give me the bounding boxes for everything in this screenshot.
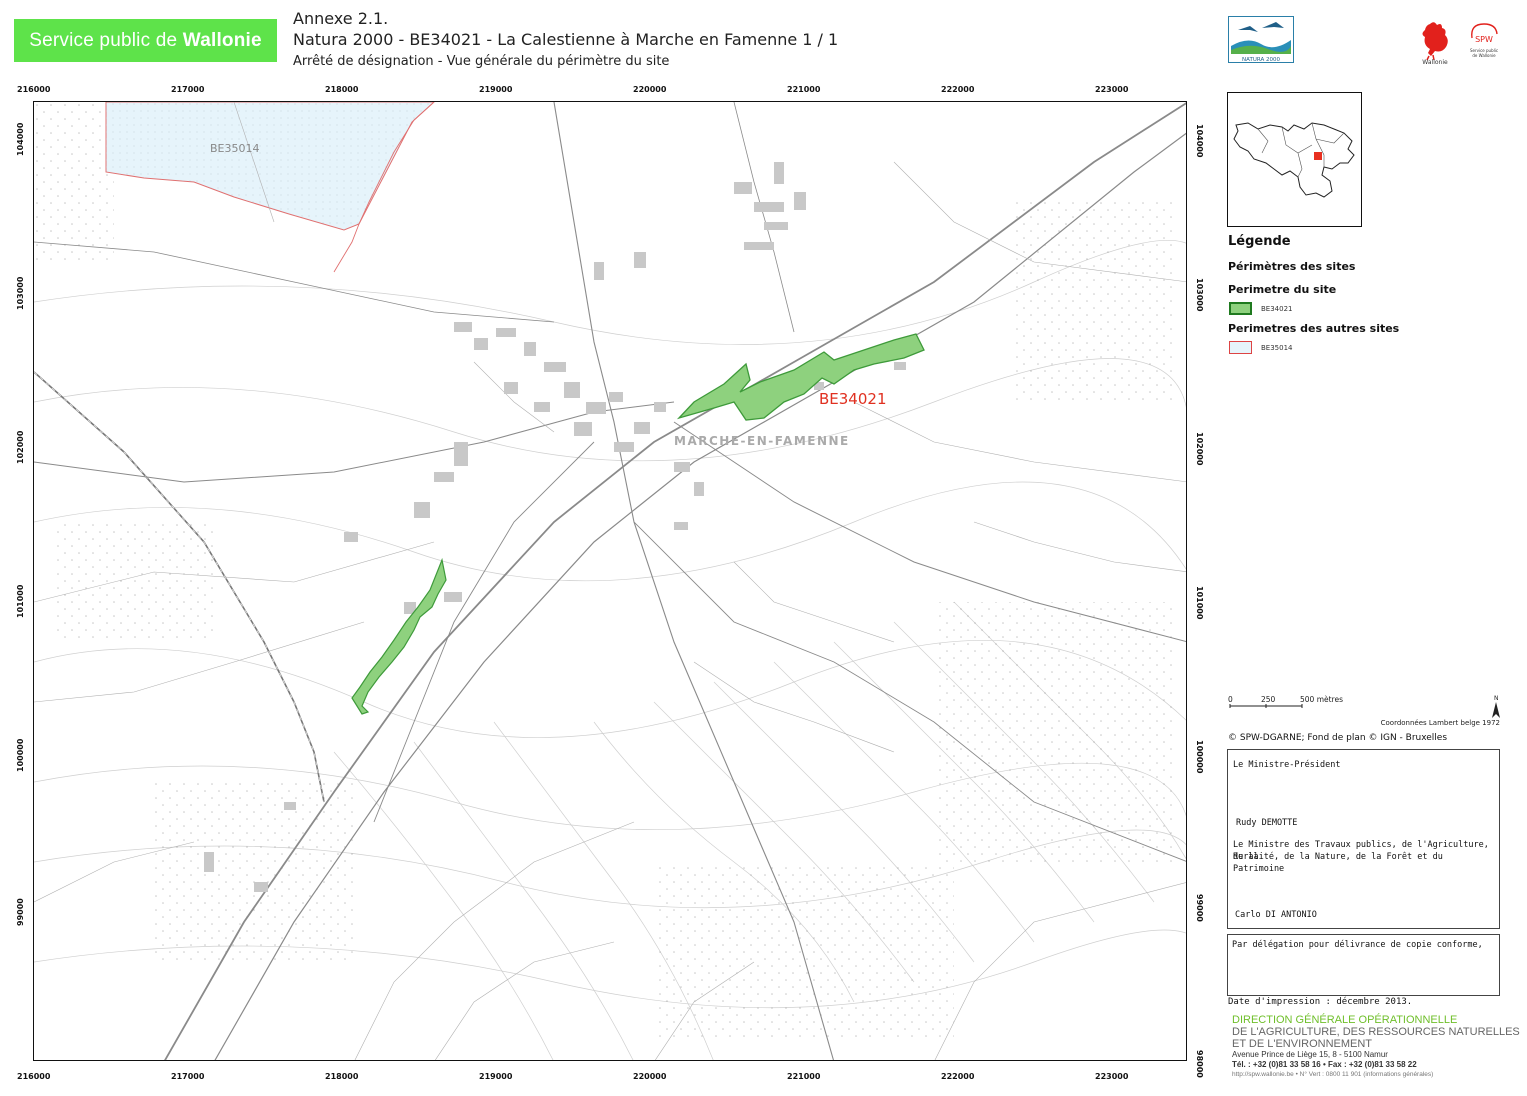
title-block: Annexe 2.1. Natura 2000 - BE34021 - La C… (293, 8, 838, 72)
x-tick-label-bottom: 222000 (941, 1072, 975, 1081)
site-subtitle: Arrêté de désignation - Vue générale du … (293, 54, 670, 69)
y-tick-label-right: 104000 (1195, 124, 1204, 158)
coordinate-system-note: Coordonnées Lambert belge 1972 (1380, 719, 1500, 727)
scale-label-0: 0 (1228, 695, 1233, 704)
banner-bold: Wallonie (182, 30, 262, 51)
y-tick-label-right: 100000 (1195, 740, 1204, 774)
signatory-name-2: Carlo DI ANTONIO (1235, 910, 1317, 920)
town-label: MARCHE-EN-FAMENNE (674, 434, 850, 448)
x-tick-label-top: 220000 (633, 85, 667, 94)
legend-own-site-item: BE34021 (1261, 305, 1293, 313)
spw-logo-sub2: de Wallonie (1472, 53, 1496, 58)
dgo-line-2: DE L'AGRICULTURE, DES RESSOURCES NATUREL… (1232, 1026, 1520, 1038)
site-label: BE34021 (819, 390, 887, 408)
ministre-title-line2: Ruralité, de la Nature, de la Forêt et d… (1233, 852, 1443, 874)
x-tick-label-top: 216000 (17, 85, 51, 94)
y-tick-label-left: 103000 (16, 276, 25, 310)
legend-other-site-swatch (1229, 341, 1252, 354)
copyright-note: © SPW-DGARNE; Fond de plan © IGN - Bruxe… (1228, 733, 1448, 743)
legend-other-sites-title: Perimetres des autres sites (1228, 322, 1400, 335)
y-tick-label-left: 100000 (16, 738, 25, 772)
x-tick-label-bottom: 223000 (1095, 1072, 1129, 1081)
natura2000-logo: NATURA 2000 (1228, 16, 1294, 63)
banner-prefix: Service public de (29, 30, 183, 51)
legend-own-site-title: Perimetre du site (1228, 283, 1337, 296)
north-arrow-icon: N (1492, 695, 1500, 718)
x-tick-label-top: 221000 (787, 85, 821, 94)
y-tick-label-left: 101000 (16, 584, 25, 618)
x-tick-label-top: 218000 (325, 85, 359, 94)
x-tick-label-bottom: 221000 (787, 1072, 821, 1081)
x-tick-label-bottom: 218000 (325, 1072, 359, 1081)
y-tick-label-left: 104000 (16, 122, 25, 156)
spw-logo-text: SPW (1475, 35, 1493, 44)
dgo-address: Avenue Prince de Liège 15, 8 - 5100 Namu… (1232, 1050, 1388, 1059)
spw-logo: SPW Service public de Wallonie (1470, 23, 1498, 58)
signatory-name-1: Rudy DEMOTTE (1236, 818, 1298, 828)
x-tick-label-top: 217000 (171, 85, 205, 94)
y-tick-label-left: 102000 (16, 430, 25, 464)
y-tick-label-right: 101000 (1195, 586, 1204, 620)
map-canvas[interactable]: BE35014 BE34021 MARCHE-EN-FAMENNE (33, 101, 1187, 1061)
site-be34021-south-parcel[interactable] (351, 557, 447, 715)
site-title: Natura 2000 - BE34021 - La Calestienne à… (293, 30, 839, 49)
y-tick-label-right: 99000 (1195, 894, 1204, 922)
annex-title: Annexe 2.1. (293, 9, 389, 28)
x-tick-label-bottom: 219000 (479, 1072, 513, 1081)
delegation-text: Par délégation pour délivrance de copie … (1232, 940, 1483, 950)
x-tick-label-bottom: 217000 (171, 1072, 205, 1081)
topographic-map: BE35014 BE34021 MARCHE-EN-FAMENNE (34, 102, 1186, 1060)
legend-title: Légende (1228, 234, 1291, 249)
dgo-phone-fax: Tél. : +32 (0)81 33 58 16 • Fax : +32 (0… (1232, 1060, 1417, 1069)
y-tick-label-left: 99000 (16, 898, 25, 926)
legend-own-site-swatch (1229, 302, 1252, 315)
wallonia-outline (1233, 122, 1355, 198)
map-sheet: Service public de Wallonie Annexe 2.1. N… (0, 0, 1527, 1096)
scale-label-250: 250 (1261, 695, 1276, 704)
overview-map (1227, 92, 1362, 227)
x-tick-label-bottom: 220000 (633, 1072, 667, 1081)
y-tick-label-right: 102000 (1195, 432, 1204, 466)
wallonie-rooster-logo: Wallonie (1422, 22, 1448, 66)
dgo-website: http://spw.wallonie.be • N° Vert : 0800 … (1232, 1071, 1434, 1078)
spw-banner-logo: Service public de Wallonie (14, 19, 277, 62)
signature-box: Le Ministre-Président Rudy DEMOTTE Le Mi… (1227, 749, 1500, 929)
site-be34021-north-parcel[interactable] (676, 333, 925, 421)
print-date: Date d'impression : décembre 2013. (1228, 997, 1413, 1007)
scale-label-500: 500 mètres (1300, 695, 1343, 704)
y-tick-label-right: 103000 (1195, 278, 1204, 312)
x-tick-label-bottom: 216000 (17, 1072, 51, 1081)
delegation-box: Par délégation pour délivrance de copie … (1227, 934, 1500, 996)
x-tick-label-top: 219000 (479, 85, 513, 94)
x-tick-label-top: 223000 (1095, 85, 1129, 94)
y-tick-label-bottom-right: 98000 (1195, 1050, 1204, 1078)
legend-group-title: Périmètres des sites (1228, 260, 1356, 273)
dgo-line-3: ET DE L'ENVIRONNEMENT (1232, 1038, 1373, 1050)
natura-logo-text: NATURA 2000 (1242, 57, 1280, 63)
x-tick-label-top: 222000 (941, 85, 975, 94)
dgo-address-block: DIRECTION GÉNÉRALE OPÉRATIONNELLE DE L'A… (1232, 1014, 1520, 1079)
other-site-label: BE35014 (210, 142, 260, 155)
ministre-president-label: Le Ministre-Président (1233, 760, 1341, 770)
site-location-marker (1314, 152, 1322, 160)
wallonie-logo-text: Wallonie (1422, 59, 1448, 66)
north-label: N (1494, 695, 1499, 702)
legend-other-site-item: BE35014 (1261, 344, 1293, 352)
dgo-line-1: DIRECTION GÉNÉRALE OPÉRATIONNELLE (1232, 1014, 1458, 1026)
